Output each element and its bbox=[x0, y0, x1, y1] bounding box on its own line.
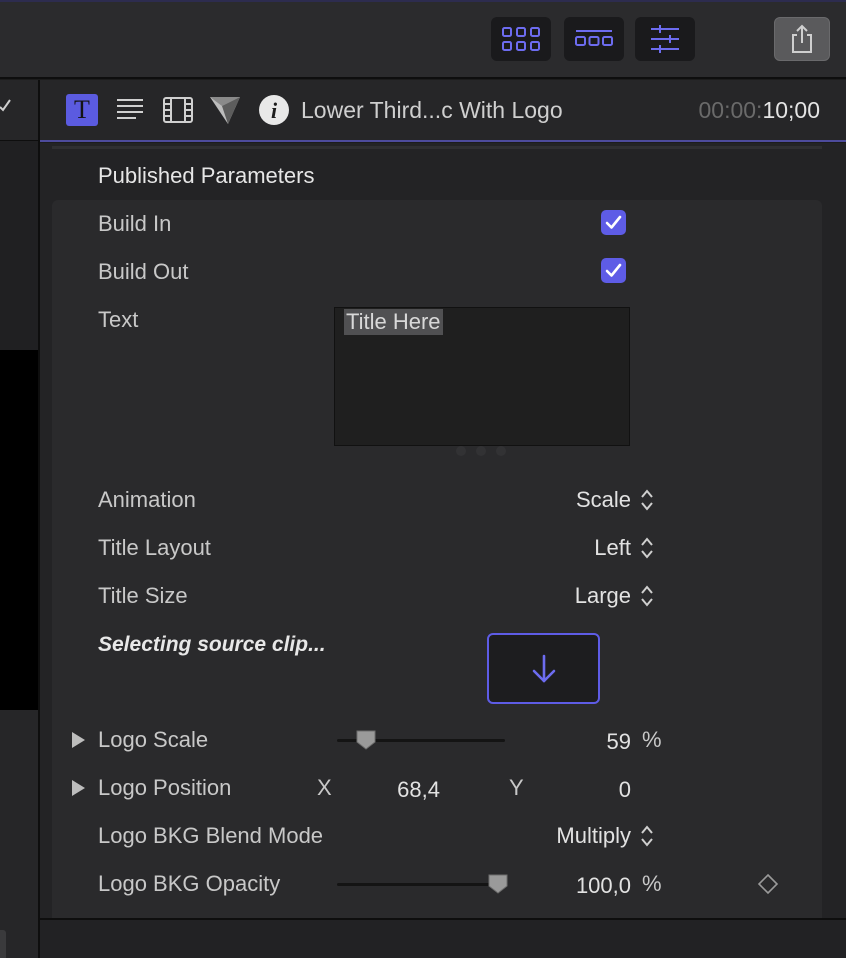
section-divider bbox=[52, 146, 822, 149]
browser-toggle-button[interactable] bbox=[491, 17, 551, 61]
resize-handle-dot[interactable] bbox=[456, 446, 466, 456]
svg-text:i: i bbox=[271, 98, 278, 123]
left-bottom-control[interactable] bbox=[0, 930, 6, 958]
animation-label: Animation bbox=[98, 487, 196, 512]
share-icon bbox=[792, 24, 812, 53]
logo-position-y-value[interactable]: 0 bbox=[619, 777, 631, 803]
keyframe-diamond-icon[interactable] bbox=[757, 873, 779, 895]
logo-opacity-slider-thumb[interactable] bbox=[488, 874, 508, 894]
title-tab-icon[interactable]: T bbox=[66, 94, 98, 126]
updown-chevron-icon[interactable] bbox=[640, 536, 654, 560]
build-out-checkbox[interactable] bbox=[601, 258, 626, 283]
build-in-checkbox[interactable] bbox=[601, 210, 626, 235]
disclosure-triangle-icon[interactable] bbox=[72, 732, 85, 748]
logo-scale-label: Logo Scale bbox=[98, 727, 209, 752]
select-source-button[interactable] bbox=[487, 633, 600, 704]
section-title[interactable]: Published Parameters bbox=[98, 163, 314, 189]
logo-blend-label: Logo BKG Blend Mode bbox=[98, 823, 324, 848]
checkmark-icon bbox=[0, 99, 11, 112]
generator-tab-icon[interactable] bbox=[208, 94, 242, 126]
updown-chevron-icon[interactable] bbox=[640, 824, 654, 848]
logo-opacity-unit: % bbox=[642, 871, 662, 896]
logo-opacity-value[interactable]: 100,0 bbox=[576, 873, 631, 899]
logo-blend-popup[interactable]: Multiply bbox=[556, 823, 631, 849]
animation-popup[interactable]: Scale bbox=[576, 487, 631, 513]
timeline-icon bbox=[575, 30, 613, 46]
title-size-label: Title Size bbox=[98, 583, 188, 608]
info-tab-icon[interactable]: i bbox=[258, 94, 290, 126]
viewer-edge bbox=[0, 350, 38, 710]
duration-bright: 10;00 bbox=[762, 97, 820, 123]
title-size-popup[interactable]: Large bbox=[575, 583, 631, 609]
updown-chevron-icon[interactable] bbox=[640, 584, 654, 608]
text-tab-icon[interactable] bbox=[116, 94, 144, 126]
timeline-toggle-button[interactable] bbox=[564, 17, 624, 61]
duration-dim: 00:00: bbox=[698, 97, 763, 123]
build-out-label: Build Out bbox=[98, 259, 189, 284]
logo-position-y-label: Y bbox=[509, 775, 524, 800]
text-input[interactable]: Title Here bbox=[334, 307, 630, 446]
logo-position-x-value[interactable]: 68,4 bbox=[397, 777, 440, 803]
left-panel-section bbox=[0, 140, 38, 350]
logo-scale-unit: % bbox=[642, 727, 662, 752]
logo-opacity-slider[interactable] bbox=[337, 883, 505, 886]
logo-position-label: Logo Position bbox=[98, 775, 232, 800]
checkmark-icon bbox=[605, 263, 622, 277]
bottom-bar bbox=[40, 918, 846, 958]
clip-title: Lower Third...c With Logo bbox=[301, 97, 563, 123]
checkmark-icon bbox=[605, 215, 622, 229]
resize-handle-dot[interactable] bbox=[476, 446, 486, 456]
text-label: Text bbox=[98, 307, 139, 332]
inspector-header: T i Lower Third...c With Logo 00:00:10;0… bbox=[40, 80, 846, 142]
resize-handle-dot[interactable] bbox=[496, 446, 506, 456]
inspector-toggle-button[interactable] bbox=[635, 17, 695, 61]
inspector-sliders-icon bbox=[651, 25, 679, 53]
disclosure-triangle-icon[interactable] bbox=[72, 780, 85, 796]
logo-scale-slider-thumb[interactable] bbox=[356, 730, 376, 750]
share-button[interactable] bbox=[774, 17, 830, 61]
title-layout-popup[interactable]: Left bbox=[594, 535, 631, 561]
browser-grid-icon bbox=[502, 27, 540, 51]
toolbar-accent-line bbox=[0, 0, 846, 2]
updown-chevron-icon[interactable] bbox=[640, 488, 654, 512]
video-tab-icon[interactable] bbox=[162, 94, 194, 126]
build-in-label: Build In bbox=[98, 211, 172, 236]
arrow-down-icon bbox=[532, 654, 555, 682]
clip-duration: 00:00:10;00 bbox=[698, 97, 820, 124]
text-input-value[interactable]: Title Here bbox=[344, 309, 443, 335]
top-toolbar bbox=[0, 0, 846, 79]
logo-opacity-label: Logo BKG Opacity bbox=[98, 871, 281, 896]
logo-scale-value[interactable]: 59 bbox=[607, 729, 631, 755]
source-clip-label: Selecting source clip... bbox=[98, 633, 326, 656]
title-layout-label: Title Layout bbox=[98, 535, 211, 560]
logo-position-x-label: X bbox=[317, 775, 332, 800]
